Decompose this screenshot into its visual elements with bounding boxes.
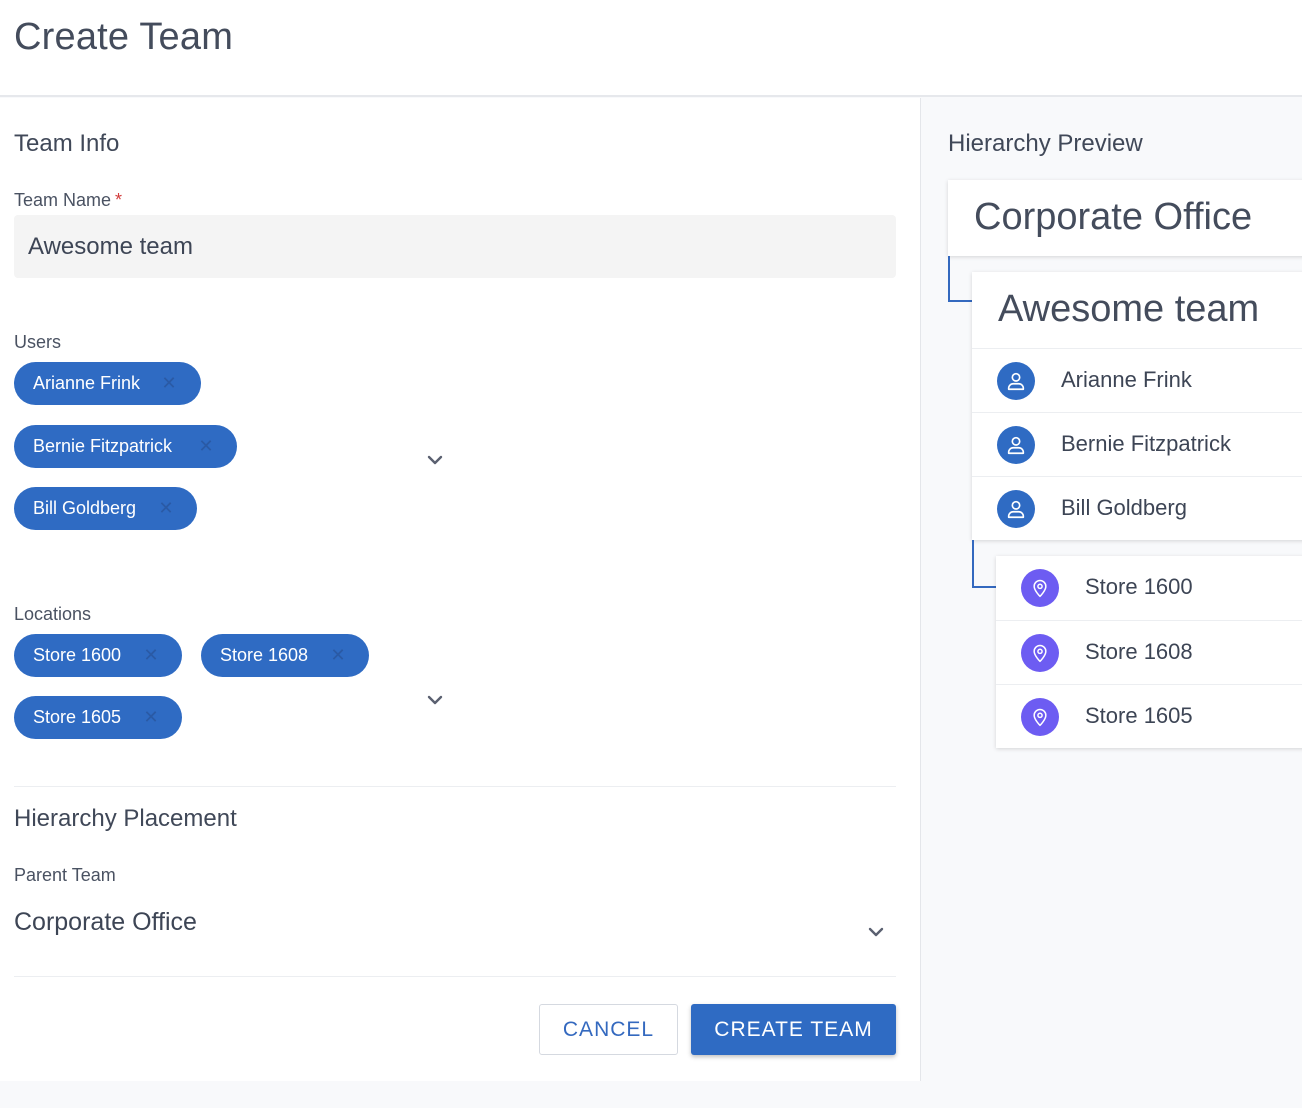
user-chip[interactable]: Bernie Fitzpatrick ✕ [14,425,237,468]
location-chip[interactable]: Store 1600 ✕ [14,634,182,677]
page-header: Create Team [0,0,1302,97]
close-icon[interactable]: ✕ [142,708,160,726]
users-label: Users [14,332,62,352]
preview-user-name: Bernie Fitzpatrick [1061,431,1231,456]
user-icon [997,490,1035,528]
team-name: Awesome team [998,288,1260,330]
chevron-down-icon[interactable] [867,926,885,938]
footer-background [0,1081,921,1108]
close-icon[interactable]: ✕ [160,374,178,392]
preview-user-row: Arianne Frink [972,348,1302,412]
close-icon[interactable]: ✕ [157,499,175,517]
section-divider [14,786,896,787]
preview-location-name: Store 1605 [1085,703,1193,728]
location-chip-label: Store 1605 [33,707,122,727]
preview-location-name: Store 1600 [1085,574,1193,599]
chevron-down-icon[interactable] [426,454,444,466]
user-chip[interactable]: Arianne Frink ✕ [14,362,201,405]
location-chip[interactable]: Store 1605 ✕ [14,696,182,739]
create-team-button[interactable]: CREATE TEAM [691,1004,896,1055]
user-chip-label: Arianne Frink [33,373,141,393]
parent-team-name: Corporate Office [974,196,1253,238]
hierarchy-preview-panel: Hierarchy Preview Corporate Office Aweso… [922,98,1302,1108]
preview-location-row: Store 1605 [996,684,1302,748]
required-marker: * [115,190,123,210]
location-chip[interactable]: Store 1608 ✕ [201,634,369,677]
hierarchy-preview-title: Hierarchy Preview [948,130,1143,157]
user-icon [997,426,1035,464]
close-icon[interactable]: ✕ [142,646,160,664]
hierarchy-placement-title: Hierarchy Placement [14,805,237,832]
chevron-down-icon[interactable] [426,694,444,706]
location-pin-icon [1021,698,1059,736]
page-title: Create Team [14,16,234,58]
parent-team-label: Parent Team [14,865,116,885]
preview-user-row: Bill Goldberg [972,476,1302,540]
parent-team-select[interactable]: Corporate Office [14,908,197,937]
preview-user-name: Arianne Frink [1061,367,1192,392]
locations-card: Store 1600 Store 1608 Store 1605 [996,556,1302,748]
team-card: Awesome team Arianne Frink Bernie Fitzpa… [972,272,1302,540]
locations-label: Locations [14,604,92,624]
location-pin-icon [1021,634,1059,672]
preview-user-row: Bernie Fitzpatrick [972,412,1302,476]
parent-team-card: Corporate Office [948,180,1302,256]
tree-connector [948,256,972,302]
user-chip-label: Bill Goldberg [33,498,137,518]
preview-location-name: Store 1608 [1085,639,1193,664]
location-chip-label: Store 1608 [220,645,309,665]
team-info-title: Team Info [14,130,120,157]
preview-user-name: Bill Goldberg [1061,495,1187,520]
user-icon [997,362,1035,400]
cancel-button[interactable]: CANCEL [539,1004,678,1055]
section-divider [14,976,896,977]
preview-location-row: Store 1600 [996,556,1302,620]
location-pin-icon [1021,569,1059,607]
user-chip-label: Bernie Fitzpatrick [33,436,173,456]
form-panel: Team Info Team Name* Users Arianne Frink… [0,98,921,1081]
user-chip[interactable]: Bill Goldberg ✕ [14,487,197,530]
team-name-label: Team Name * [14,190,123,210]
close-icon[interactable]: ✕ [197,437,215,455]
location-chip-label: Store 1600 [33,645,122,665]
preview-location-row: Store 1608 [996,620,1302,684]
close-icon[interactable]: ✕ [329,646,347,664]
tree-connector [972,540,996,588]
team-name-input[interactable] [14,215,896,278]
